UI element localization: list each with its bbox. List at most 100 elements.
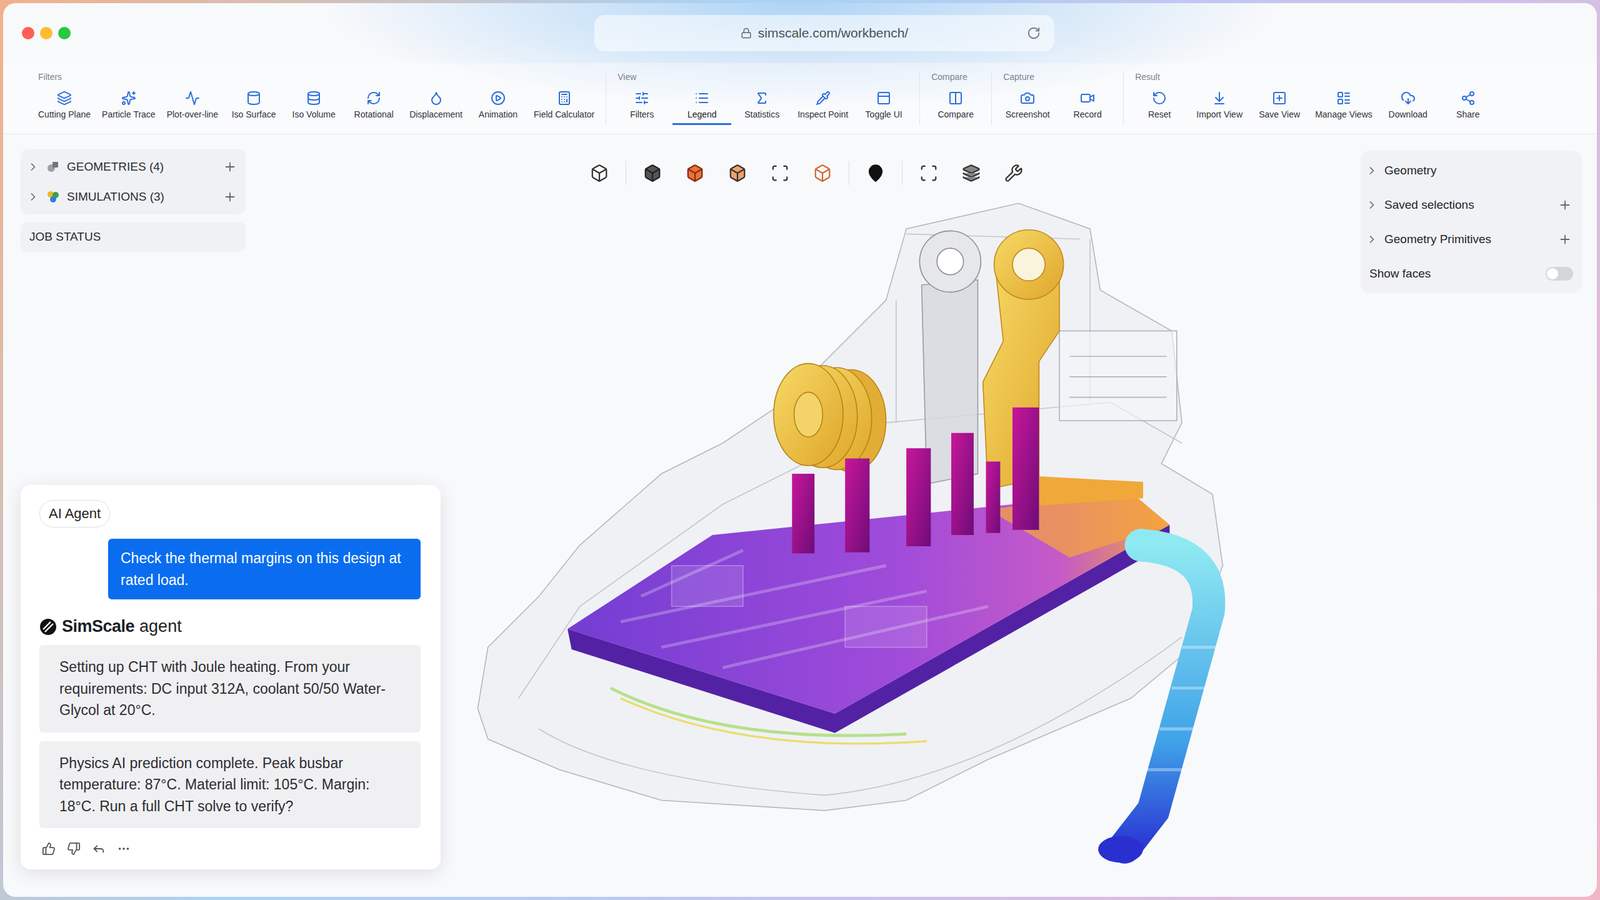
toolbar-button[interactable]: Screenshot: [998, 89, 1057, 125]
tool-icon: [634, 90, 650, 106]
url-bar[interactable]: simscale.com/workbench/: [594, 15, 1055, 52]
panel-section[interactable]: Saved selections: [1360, 187, 1582, 222]
toolbar-button[interactable]: Legend: [672, 89, 732, 125]
add-icon[interactable]: [223, 190, 237, 204]
workspace: GEOMETRIES (4)SIMULATIONS (3)JOB STATUSA…: [3, 134, 1597, 897]
tree-item[interactable]: GEOMETRIES (4): [20, 151, 246, 182]
toolbar-button[interactable]: Iso Volume: [284, 89, 344, 125]
toolbar-button[interactable]: Animation: [468, 89, 528, 125]
coolant-pipe: [1098, 545, 1221, 863]
toolbar-button[interactable]: Rotational: [344, 89, 404, 125]
toolbar-button[interactable]: Cutting Plane: [33, 89, 96, 125]
more-icon[interactable]: [116, 841, 131, 856]
toolbar-button[interactable]: Filters: [612, 89, 672, 125]
section-label: Geometry: [1384, 163, 1572, 178]
toolbar-label: Iso Volume: [292, 109, 336, 120]
toolbar-group: View FiltersLegendStatisticsInspect Point…: [605, 71, 920, 125]
probe-icon: [866, 163, 885, 183]
tool-icon: [366, 90, 382, 106]
layers-icon: [961, 163, 981, 183]
thumbs-up-icon[interactable]: [41, 841, 56, 856]
toolbar-label: Animation: [478, 109, 518, 120]
toggle-row: Show faces: [1360, 256, 1582, 291]
toolbar-button[interactable]: Manage Views: [1310, 89, 1378, 125]
view-tool-button[interactable]: [858, 158, 894, 189]
maximize-button[interactable]: [58, 26, 71, 40]
browser-window: simscale.com/workbench/Filters Cutting Pl…: [3, 3, 1597, 897]
close-button[interactable]: [21, 26, 35, 40]
simulation-result-model[interactable]: [467, 193, 1244, 877]
chevron-icon: [26, 160, 40, 174]
tree-item[interactable]: SIMULATIONS (3): [20, 181, 246, 212]
view-tool-button[interactable]: [677, 158, 713, 189]
view-tool-button[interactable]: [581, 158, 617, 189]
view-tool-button[interactable]: [762, 158, 798, 189]
housing: [477, 203, 1223, 811]
surface-view-icon: [685, 163, 705, 183]
viewport[interactable]: [465, 134, 1347, 897]
toolbar-button[interactable]: Download: [1378, 89, 1438, 125]
agent-header: SimScaleagent: [39, 616, 422, 637]
tools-icon: [1004, 163, 1024, 183]
toolbar-button[interactable]: Iso Surface: [224, 89, 284, 125]
tool-icon: [56, 90, 72, 106]
edges-view-icon: [728, 163, 747, 183]
toolbar-button[interactable]: Toggle UI: [854, 89, 914, 125]
toolbar-button[interactable]: Statistics: [732, 89, 792, 125]
panel-section[interactable]: Geometry Primitives: [1360, 221, 1582, 257]
toolbar-button[interactable]: Compare: [926, 89, 985, 125]
job-status[interactable]: JOB STATUS: [20, 221, 246, 252]
toolbar-button[interactable]: Displacement: [404, 89, 468, 125]
view-toolbar: [581, 158, 1032, 189]
reload-button[interactable]: [1026, 26, 1041, 40]
group-items: FiltersLegendStatisticsInspect PointTogg…: [612, 89, 914, 125]
show-faces-toggle[interactable]: [1545, 266, 1574, 281]
yellow-busbar: [983, 230, 1144, 507]
toolbar-button[interactable]: Reset: [1130, 89, 1189, 125]
tree-group: GEOMETRIES (4)SIMULATIONS (3): [20, 149, 246, 215]
tool-icon: [1151, 90, 1167, 106]
view-tool-button[interactable]: [911, 158, 947, 189]
add-icon[interactable]: [1558, 198, 1572, 212]
window-controls: [21, 26, 71, 40]
add-icon[interactable]: [1558, 232, 1572, 247]
chevron-icon: [26, 190, 40, 204]
toolbar-group: CaptureScreenshotRecord: [991, 71, 1124, 125]
toolbar-button[interactable]: Import View: [1190, 89, 1249, 125]
toolbar: Filters Cutting PlaneParticle TracePlot-o…: [3, 63, 1597, 135]
group-items: Cutting PlaneParticle TracePlot-over-lin…: [33, 89, 600, 125]
minimize-button[interactable]: [40, 26, 53, 40]
pins: [791, 407, 1039, 554]
group-label: View: [612, 71, 914, 82]
view-tool-button[interactable]: [996, 158, 1032, 189]
panel-section[interactable]: Geometry: [1360, 153, 1582, 188]
toolbar-button[interactable]: Share: [1438, 89, 1498, 125]
solid-view-icon: [643, 163, 662, 183]
view-tool-button[interactable]: [720, 158, 755, 189]
tool-icon: [490, 90, 506, 106]
tool-icon: [428, 90, 444, 106]
thumbs-down-icon[interactable]: [66, 841, 81, 856]
view-tool-button[interactable]: [805, 158, 840, 189]
group-label: Result: [1130, 71, 1498, 82]
points-view-icon: [770, 163, 790, 183]
feedback-bar: [39, 836, 422, 856]
add-icon[interactable]: [223, 160, 237, 174]
toolbar-group: Result ResetImport View Save View Manage Vi…: [1123, 71, 1504, 125]
toolbar-button[interactable]: Inspect Point: [792, 89, 854, 125]
toolbar-label: Save View: [1258, 109, 1300, 120]
toolbar-button[interactable]: Record: [1058, 89, 1117, 125]
toolbar-label: Record: [1073, 109, 1102, 120]
view-tool-button[interactable]: [635, 158, 670, 189]
toolbar-button[interactable]: Save View: [1250, 89, 1309, 125]
tool-icon: [121, 90, 137, 106]
section-label: Geometry Primitives: [1384, 232, 1552, 247]
view-tool-button[interactable]: [953, 158, 989, 189]
toolbar-button[interactable]: Field Calculator: [528, 89, 600, 125]
toolbar-button[interactable]: Particle Trace: [96, 89, 161, 125]
toolbar-label: Manage Views: [1315, 109, 1373, 120]
toolbar-label: Rotational: [354, 109, 394, 120]
toolbar-button[interactable]: Plot-over-line: [161, 89, 224, 125]
reply-icon[interactable]: [91, 841, 106, 856]
box-select-icon: [919, 163, 939, 183]
